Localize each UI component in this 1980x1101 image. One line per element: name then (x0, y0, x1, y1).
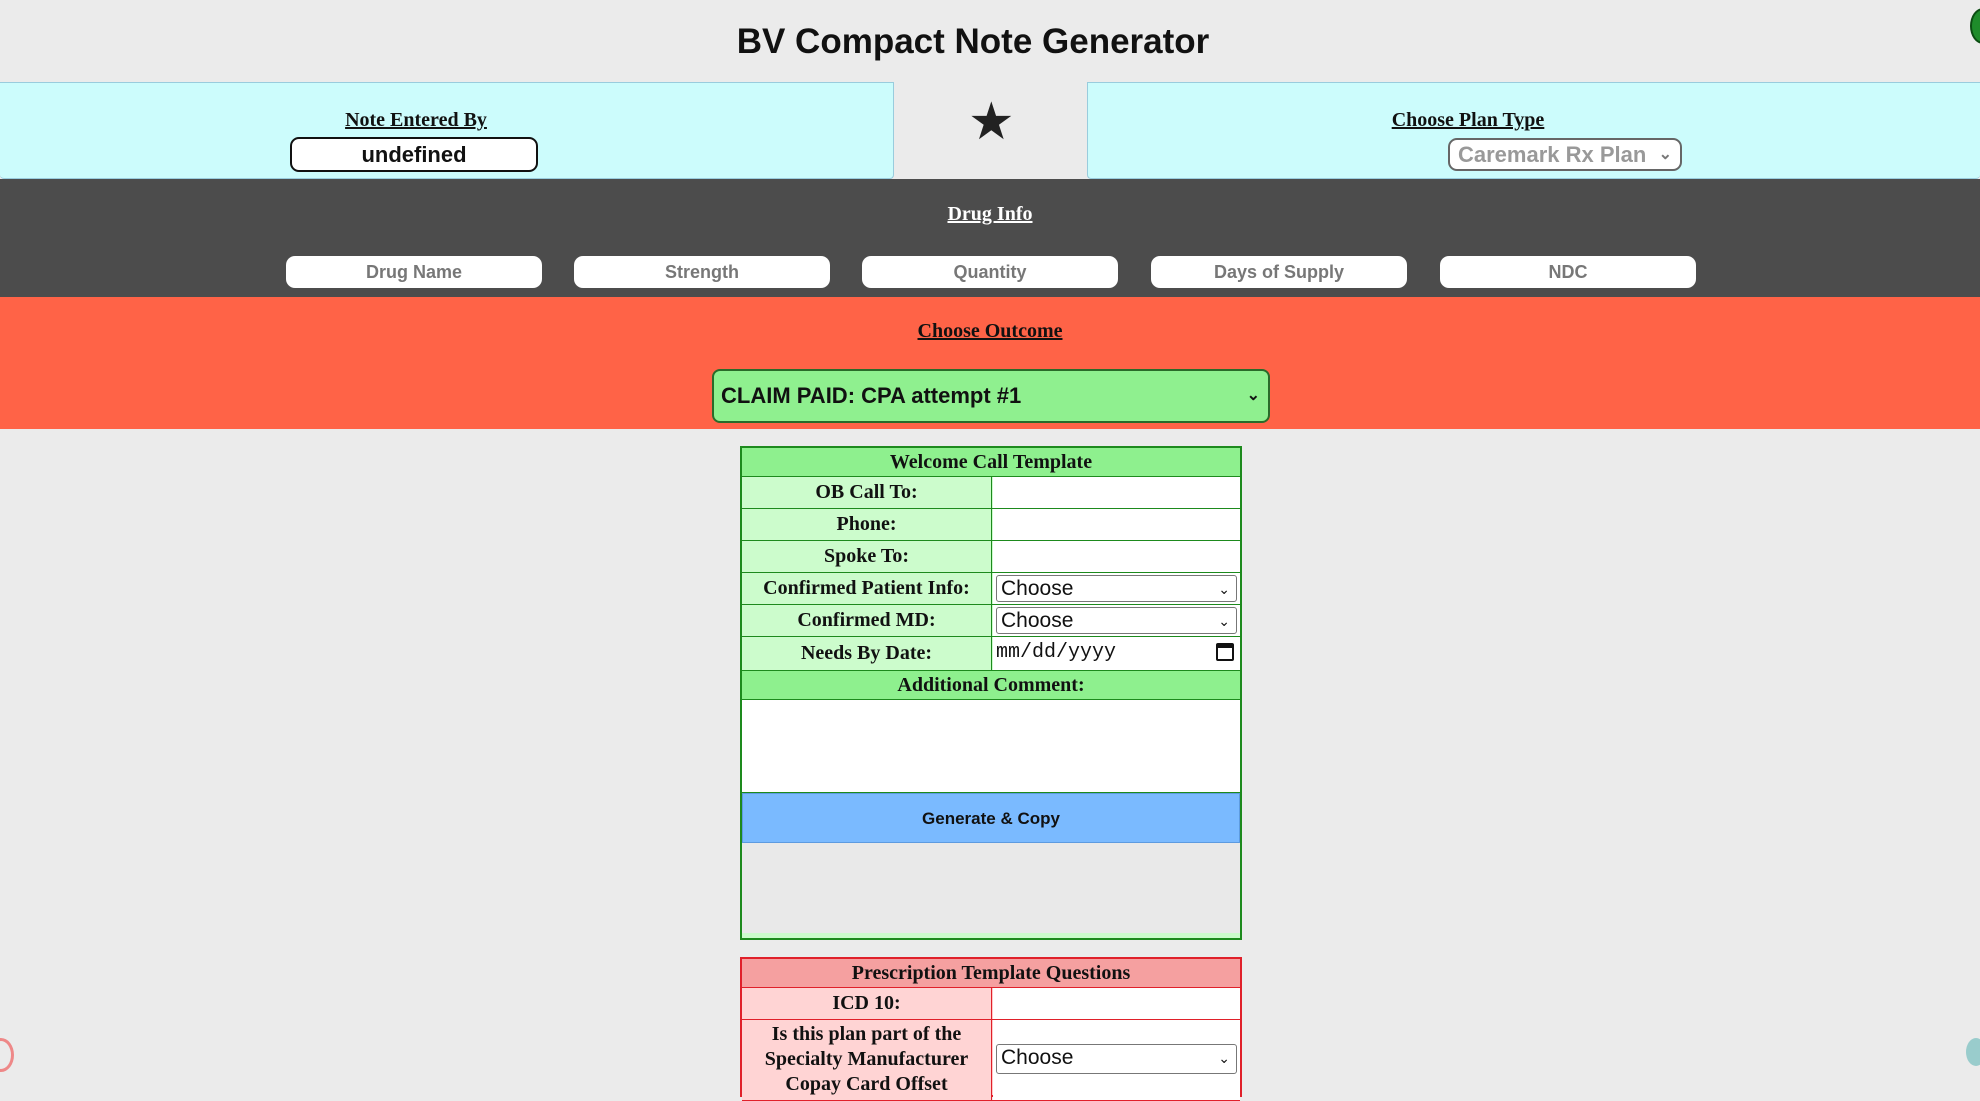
note-entered-by-panel: Note Entered By undefined (0, 82, 894, 179)
plan-type-panel: Choose Plan Type Caremark Rx Plan ⌄ (1087, 82, 1980, 179)
specialty-offset-cell: Choose ⌄ (993, 1020, 1240, 1100)
days-of-supply-input[interactable]: Days of Supply (1151, 256, 1407, 288)
plan-type-select[interactable]: Caremark Rx Plan ⌄ (1448, 138, 1682, 171)
outcome-label: Choose Outcome (917, 320, 1063, 342)
ob-call-to-input[interactable] (993, 477, 1240, 508)
confirmed-md-row: Confirmed MD: Choose ⌄ (742, 605, 1240, 637)
phone-row: Phone: (742, 509, 1240, 541)
ob-call-to-row: OB Call To: (742, 477, 1240, 509)
left-floating-icon[interactable] (0, 1038, 14, 1072)
specialty-offset-row: Is this plan part of the Specialty Manuf… (742, 1020, 1240, 1101)
plan-type-label: Choose Plan Type (1391, 109, 1545, 131)
specialty-offset-label: Is this plan part of the Specialty Manuf… (742, 1020, 992, 1100)
chevron-down-icon: ⌄ (1218, 1050, 1230, 1066)
plan-type-value: Caremark Rx Plan (1458, 142, 1647, 167)
icd10-input[interactable] (993, 988, 1240, 1019)
confirmed-md-select[interactable]: Choose ⌄ (996, 607, 1237, 634)
chevron-down-icon: ⌄ (1658, 146, 1672, 163)
note-entered-by-field[interactable]: undefined (290, 137, 538, 172)
spoke-to-row: Spoke To: (742, 541, 1240, 573)
confirmed-patient-info-row: Confirmed Patient Info: Choose ⌄ (742, 573, 1240, 605)
confirmed-md-label: Confirmed MD: (742, 605, 992, 636)
phone-input[interactable] (993, 509, 1240, 540)
spoke-to-label: Spoke To: (742, 541, 992, 572)
confirmed-md-value: Choose (1001, 609, 1074, 632)
spoke-to-input[interactable] (993, 541, 1240, 572)
generate-copy-button[interactable]: Generate & Copy (742, 793, 1240, 843)
needs-by-date-label: Needs By Date: (742, 637, 992, 670)
outcome-select[interactable]: CLAIM PAID: CPA attempt #1 ⌄ (712, 369, 1270, 423)
drug-info-label: Drug Info (947, 203, 1033, 225)
confirmed-md-cell: Choose ⌄ (993, 605, 1240, 636)
chevron-down-icon: ⌄ (1218, 581, 1230, 597)
strength-input[interactable]: Strength (574, 256, 830, 288)
specialty-offset-select[interactable]: Choose ⌄ (996, 1044, 1237, 1074)
chevron-down-icon: ⌄ (1246, 387, 1260, 404)
page-title: BV Compact Note Generator (736, 22, 1210, 61)
right-floating-icon[interactable] (1966, 1038, 1980, 1066)
confirmed-patient-info-value: Choose (1001, 577, 1074, 600)
phone-label: Phone: (742, 509, 992, 540)
icd10-label: ICD 10: (742, 988, 992, 1019)
welcome-template-title: Welcome Call Template (742, 448, 1240, 477)
additional-comment-textarea[interactable] (742, 700, 1240, 793)
calendar-icon[interactable] (1216, 643, 1234, 661)
specialty-offset-value: Choose (1001, 1046, 1074, 1069)
confirmed-patient-info-label: Confirmed Patient Info: (742, 573, 992, 604)
welcome-call-template: Welcome Call Template OB Call To: Phone:… (740, 446, 1242, 940)
prescription-template: Prescription Template Questions ICD 10: … (740, 957, 1242, 1101)
date-placeholder: mm/dd/yyyy (996, 641, 1117, 664)
prescription-template-title: Prescription Template Questions (742, 959, 1240, 988)
quantity-input[interactable]: Quantity (862, 256, 1118, 288)
status-indicator-icon[interactable] (1970, 8, 1980, 44)
ob-call-to-label: OB Call To: (742, 477, 992, 508)
generated-note-output[interactable] (742, 843, 1240, 933)
outcome-section: Choose Outcome CLAIM PAID: CPA attempt #… (0, 297, 1980, 429)
needs-by-date-input[interactable]: mm/dd/yyyy (993, 637, 1240, 670)
star-icon[interactable]: ★ (968, 94, 1015, 150)
icd10-row: ICD 10: (742, 988, 1240, 1020)
drug-info-section: Drug Info Drug Name Strength Quantity Da… (0, 179, 1980, 297)
confirmed-patient-info-select[interactable]: Choose ⌄ (996, 575, 1237, 602)
ndc-input[interactable]: NDC (1440, 256, 1696, 288)
outcome-value: CLAIM PAID: CPA attempt #1 (721, 383, 1022, 408)
needs-by-date-row: Needs By Date: mm/dd/yyyy (742, 637, 1240, 671)
chevron-down-icon: ⌄ (1218, 613, 1230, 629)
confirmed-patient-info-cell: Choose ⌄ (993, 573, 1240, 604)
drug-name-input[interactable]: Drug Name (286, 256, 542, 288)
additional-comment-label: Additional Comment: (742, 671, 1240, 700)
